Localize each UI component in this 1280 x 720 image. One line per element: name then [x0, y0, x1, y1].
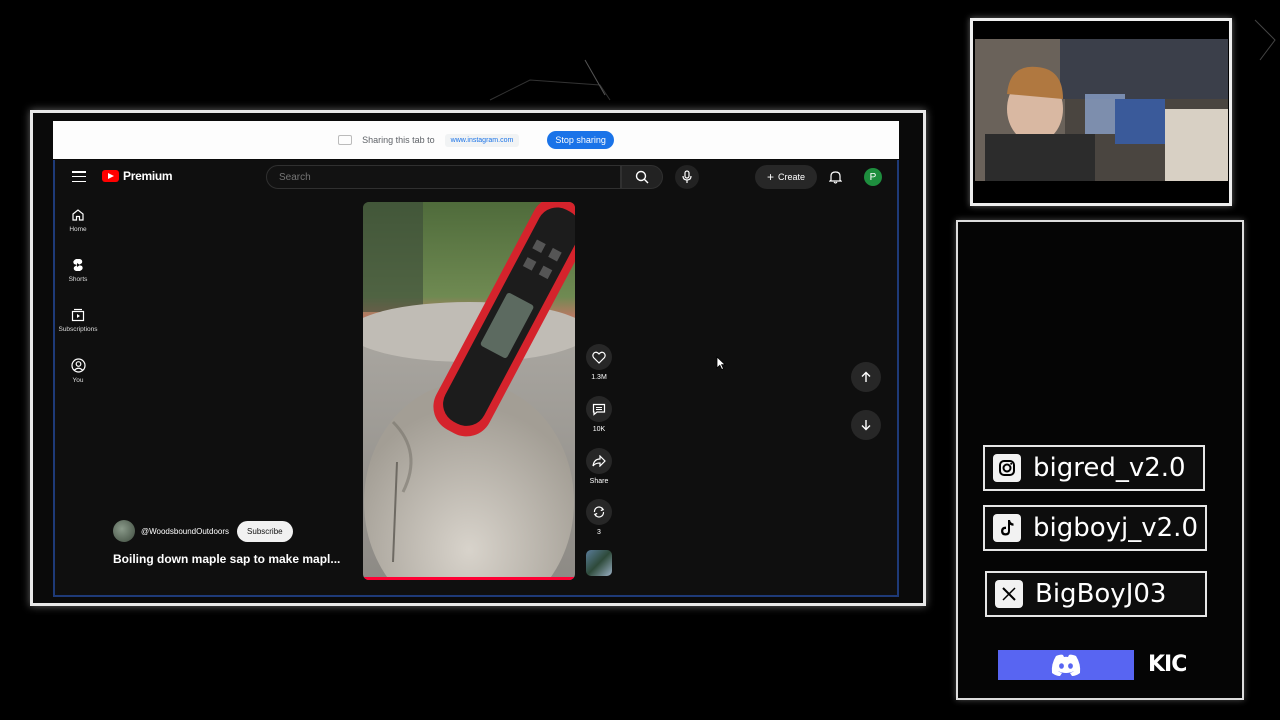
brand-label: Premium	[123, 169, 173, 183]
sidebar-item-you[interactable]: You	[55, 358, 101, 384]
tiktok-icon	[993, 514, 1021, 542]
bell-icon	[828, 171, 842, 184]
subscribe-button[interactable]: Subscribe	[237, 520, 293, 542]
remix-action[interactable]: 3	[583, 499, 615, 536]
remix-icon	[593, 506, 605, 518]
mouse-cursor-icon	[716, 356, 726, 370]
microphone-icon	[682, 170, 692, 183]
sidebar-label-you: You	[72, 377, 84, 384]
sidebar-item-subscriptions[interactable]: Subscriptions	[55, 308, 101, 333]
comment-count: 10K	[592, 426, 606, 433]
arrow-up-icon	[861, 371, 871, 382]
like-count: 1.3M	[591, 374, 607, 381]
next-short-button[interactable]	[851, 410, 881, 440]
subscriptions-icon	[71, 308, 85, 322]
webcam-image	[975, 39, 1228, 181]
share-button[interactable]	[586, 448, 612, 474]
channel-avatar[interactable]	[113, 520, 135, 542]
previous-short-button[interactable]	[851, 362, 881, 392]
youtube-play-icon	[102, 170, 119, 182]
create-label: Create	[778, 172, 806, 182]
stop-sharing-button[interactable]: Stop sharing	[547, 131, 614, 149]
you-icon	[70, 358, 86, 373]
instagram-handle: bigred_v2.0	[1033, 453, 1186, 483]
video-frame-image	[363, 202, 575, 580]
shorts-icon	[73, 259, 83, 271]
share-action[interactable]: Share	[583, 448, 615, 485]
sidebar-label-shorts: Shorts	[68, 276, 88, 283]
voice-search-button[interactable]	[675, 165, 699, 189]
tiktok-handle-card: bigboyj_v2.0	[983, 505, 1207, 551]
sidebar-item-home[interactable]: Home	[55, 208, 101, 233]
search-box	[266, 165, 621, 189]
like-button[interactable]	[586, 344, 612, 370]
discord-badge	[998, 650, 1134, 680]
home-icon	[72, 209, 84, 221]
video-title[interactable]: Boiling down maple sap to make mapl...	[113, 552, 340, 566]
share-icon	[592, 455, 606, 467]
video-progress-bar[interactable]	[363, 577, 575, 580]
sidebar-label-subscriptions: Subscriptions	[58, 326, 98, 333]
channel-handle[interactable]: @WoodsboundOutdoors	[141, 527, 229, 536]
remix-button[interactable]	[586, 499, 612, 525]
tiktok-handle: bigboyj_v2.0	[1033, 513, 1198, 543]
plus-icon: +	[766, 170, 774, 184]
x-handle-card: BigBoyJ03	[985, 571, 1207, 617]
search-input[interactable]	[267, 166, 620, 188]
discord-icon	[1051, 654, 1081, 676]
webcam-feed	[975, 39, 1228, 181]
like-action[interactable]: 1.3M	[583, 344, 615, 381]
x-handle: BigBoyJ03	[1035, 579, 1167, 609]
share-text: Sharing this tab to	[362, 135, 435, 145]
channel-row: @WoodsboundOutdoors Subscribe	[113, 520, 293, 542]
kick-logo: KIC	[1148, 652, 1187, 677]
menu-icon[interactable]	[72, 171, 86, 182]
comment-action[interactable]: 10K	[583, 396, 615, 433]
remix-count: 3	[597, 529, 601, 536]
instagram-handle-card: bigred_v2.0	[983, 445, 1205, 491]
account-avatar[interactable]: P	[864, 168, 882, 186]
create-button[interactable]: + Create	[755, 165, 817, 189]
instagram-icon	[993, 454, 1021, 482]
search-icon	[635, 170, 649, 184]
youtube-logo[interactable]: Premium	[102, 169, 173, 183]
short-video-player[interactable]	[363, 202, 575, 580]
share-domain: www.instagram.com	[444, 133, 520, 147]
sound-thumbnail[interactable]	[586, 550, 612, 576]
share-label: Share	[589, 478, 609, 485]
x-logo-icon	[995, 580, 1023, 608]
notifications-button[interactable]	[825, 167, 845, 187]
comment-button[interactable]	[586, 396, 612, 422]
youtube-header: Premium + Create P	[55, 160, 897, 196]
arrow-down-icon	[861, 420, 871, 431]
sidebar-label-home: Home	[69, 226, 87, 233]
search-button[interactable]	[621, 165, 663, 189]
sidebar-item-shorts[interactable]: Shorts	[55, 258, 101, 283]
tab-sharing-bar: Sharing this tab to www.instagram.com St…	[53, 121, 899, 159]
youtube-app: Premium + Create P Home Shorts Subscript…	[53, 160, 899, 597]
heart-icon	[592, 351, 606, 364]
comment-icon	[592, 403, 606, 416]
share-tab-icon	[338, 135, 353, 145]
